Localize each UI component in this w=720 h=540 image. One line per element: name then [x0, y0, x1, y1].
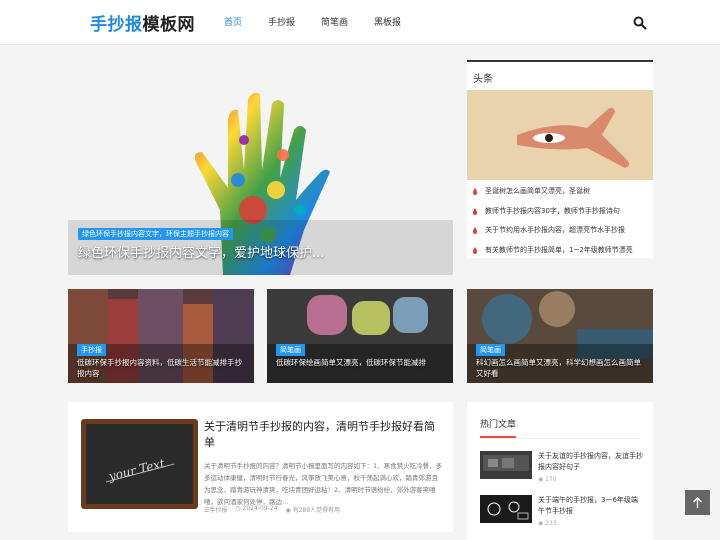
- search-icon[interactable]: [633, 16, 647, 30]
- hot-item-views: 233: [545, 520, 557, 527]
- headline-item-title: 教师节手抄报内容30字，教师节手抄报诗句: [485, 206, 620, 215]
- headline-item[interactable]: 教师节手抄报内容30字，教师节手抄报诗句: [467, 202, 653, 222]
- article-card: your Text 关于清明节手抄报的内容，清明节手抄报好看简单 关于清明节手抄…: [68, 402, 453, 532]
- eye-icon: ◉ 有289人觉得有用: [285, 507, 341, 514]
- hot-item-thumb: [480, 451, 532, 479]
- headline-item[interactable]: 关于节约用水手抄报内容，超漂亮节水手抄报: [467, 221, 653, 241]
- article-category-wrap[interactable]: ☰手抄报: [204, 505, 227, 514]
- hot-item-views-wrap: ◉ 233: [538, 520, 557, 527]
- hot-item[interactable]: 关于端午的手抄报，3一6年级端午节手抄报 ◉ 233: [480, 495, 645, 535]
- headline-box: 头条 圣诞树怎么画简单又漂亮，圣诞树 教师节手抄报内容30字，教师节手抄报诗句 …: [467, 60, 653, 258]
- arrow-up-icon: [693, 497, 702, 508]
- heading-underline: [480, 436, 516, 438]
- hero-tag[interactable]: 绿色环保手抄报内容文字，环保主题手抄报内容: [78, 228, 233, 240]
- card-title: 低碳环保手抄报内容资料，低碳生活节能减排手抄报内容: [77, 358, 242, 378]
- headline-item[interactable]: 有关教师节的手抄报简单，1~2年级教师节漂亮: [467, 241, 653, 261]
- nav-handwritten-newspaper[interactable]: 手抄报: [268, 15, 295, 28]
- card-image: [267, 289, 453, 383]
- card-title: 科幻画怎么画简单又漂亮，科学幻想画怎么画简单又好看: [476, 358, 641, 378]
- hot-item-thumb: [480, 495, 532, 523]
- article-title[interactable]: 关于清明节手抄报的内容，清明节手抄报好看简单: [204, 419, 444, 451]
- hot-item-views-wrap: ◉ 170: [538, 476, 557, 483]
- card-tag[interactable]: 手抄报: [77, 344, 106, 356]
- article-thumbnail[interactable]: your Text: [81, 419, 198, 509]
- article-excerpt: 关于清明节手抄报的内容？清明节小报里面写的内容如下：1、寒食禁火吃冷餐，多多运动…: [204, 462, 443, 506]
- hot-item-views: 170: [545, 476, 557, 483]
- nav-simple-drawing[interactable]: 简笔画: [321, 15, 348, 28]
- divider: [480, 438, 640, 439]
- headline-image[interactable]: [467, 90, 653, 180]
- headline-item-title: 圣诞树怎么画简单又漂亮，圣诞树: [485, 187, 590, 195]
- headline-item[interactable]: 圣诞树怎么画简单又漂亮，圣诞树: [467, 182, 653, 202]
- main-nav: 首页 手抄报 简笔画 黑板报: [224, 15, 427, 28]
- logo-text-part2: 模板网: [142, 15, 195, 35]
- headline-heading: 头条: [473, 74, 493, 85]
- hero-slide[interactable]: 绿色环保手抄报内容文字，环保主题手抄报内容 绿色环保手抄报内容文字，爱护地球保护…: [68, 60, 453, 275]
- hot-item-title: 关于端午的手抄报，3一6年级端午节手抄报: [538, 496, 638, 515]
- nav-home[interactable]: 首页: [224, 15, 242, 28]
- article-meta: ☰手抄报 ◷ 2024-09-24 ◉ 有289人觉得有用: [204, 505, 340, 514]
- hot-heading: 热门文章: [480, 420, 517, 430]
- nav-blackboard[interactable]: 黑板报: [374, 15, 401, 28]
- headline-item-title: 关于节约用水手抄报内容，超漂亮节水手抄报: [485, 226, 625, 234]
- chalkboard: your Text: [86, 424, 193, 504]
- featured-card[interactable]: 手抄报 低碳环保手抄报内容资料，低碳生活节能减排手抄报内容: [68, 289, 254, 383]
- fire-icon: [473, 188, 477, 195]
- featured-card[interactable]: 简笔画 科幻画怎么画简单又漂亮，科学幻想画怎么画简单又好看: [467, 289, 653, 383]
- site-header: 手抄报模板网 首页 手抄报 简笔画 黑板报: [0, 0, 720, 45]
- hot-item[interactable]: 关于友谊的手抄报内容，友谊手抄报内容好句子 ◉ 170: [480, 451, 645, 491]
- article-date: 2024-09-24: [242, 505, 278, 512]
- featured-card[interactable]: 简笔画 低碳环保绘画简单又漂亮，低碳环保节能减排: [267, 289, 453, 383]
- article-category: 手抄报: [209, 507, 228, 514]
- headline-list: 圣诞树怎么画简单又漂亮，圣诞树 教师节手抄报内容30字，教师节手抄报诗句 关于节…: [467, 182, 653, 260]
- back-to-top-button[interactable]: [685, 490, 710, 515]
- clock-icon: ◷ 2024-09-24: [235, 505, 278, 512]
- eye-icon: ◉: [538, 476, 544, 483]
- fire-icon: [473, 207, 477, 215]
- card-tag[interactable]: 简笔画: [476, 344, 505, 356]
- logo-text-part1: 手抄报: [90, 15, 143, 35]
- hero-title[interactable]: 绿色环保手抄报内容文字，爱护地球保护...: [78, 242, 324, 261]
- card-tag[interactable]: 简笔画: [276, 344, 305, 356]
- article-views: 有289人觉得有用: [292, 507, 341, 514]
- hot-item-title: 关于友谊的手抄报内容，友谊手抄报内容好句子: [538, 452, 643, 471]
- card-title: 低碳环保绘画简单又漂亮，低碳环保节能减排: [276, 358, 426, 367]
- chalkboard-graphic: your Text: [105, 456, 175, 484]
- headline-item-title: 有关教师节的手抄报简单，1~2年级教师节漂亮: [485, 245, 633, 254]
- fire-icon: [473, 246, 477, 254]
- hot-articles: 热门文章 关于友谊的手抄报内容，友谊手抄报内容好句子 ◉ 170 关于端午的手抄…: [467, 402, 653, 540]
- fire-icon: [473, 227, 477, 234]
- site-logo[interactable]: 手抄报模板网: [90, 10, 195, 35]
- eye-icon: ◉: [538, 520, 544, 527]
- hand-shadow-illustration: [467, 90, 653, 180]
